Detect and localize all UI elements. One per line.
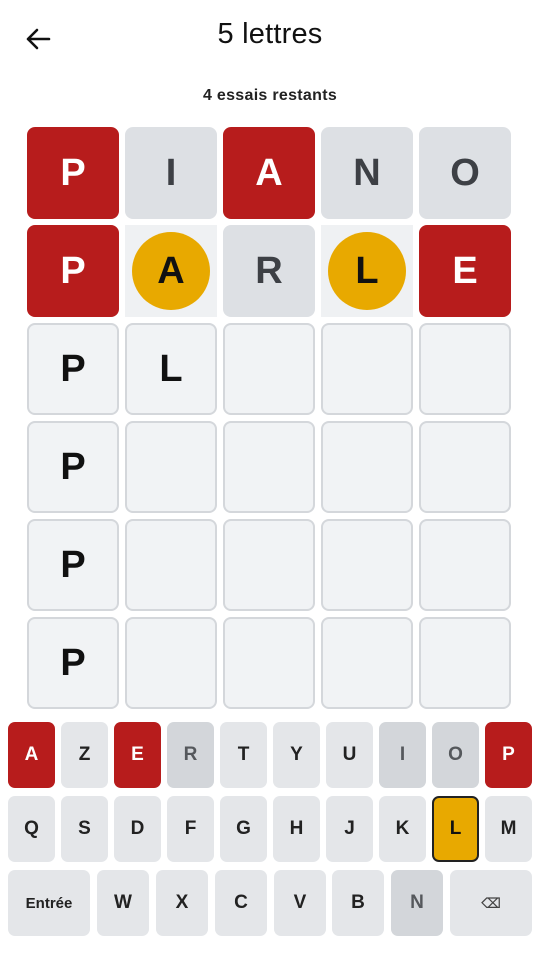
board-tile: P bbox=[27, 421, 119, 513]
board-tile bbox=[321, 323, 413, 415]
key-q[interactable]: Q bbox=[8, 796, 55, 862]
tile-letter: P bbox=[60, 543, 86, 586]
tile-letter: P bbox=[60, 249, 86, 292]
tile-letter: P bbox=[60, 347, 86, 390]
key-f[interactable]: F bbox=[167, 796, 214, 862]
key-g[interactable]: G bbox=[220, 796, 267, 862]
board-tile bbox=[125, 421, 217, 513]
board-tile bbox=[125, 617, 217, 709]
board-tile bbox=[223, 323, 315, 415]
keyboard-row: Entrée W X C V B N ⌫ bbox=[8, 870, 532, 936]
board-tile: P bbox=[27, 519, 119, 611]
tile-letter: N bbox=[353, 151, 381, 194]
board-tile bbox=[419, 519, 511, 611]
key-v[interactable]: V bbox=[274, 870, 326, 936]
backspace-key[interactable]: ⌫ bbox=[450, 870, 532, 936]
tile-letter: P bbox=[60, 151, 86, 194]
key-m[interactable]: M bbox=[485, 796, 532, 862]
key-w[interactable]: W bbox=[97, 870, 149, 936]
board-tile bbox=[419, 617, 511, 709]
key-u[interactable]: U bbox=[326, 722, 373, 788]
key-z[interactable]: Z bbox=[61, 722, 108, 788]
board-tile bbox=[419, 421, 511, 513]
board-tile: P bbox=[27, 127, 119, 219]
enter-key[interactable]: Entrée bbox=[8, 870, 90, 936]
tile-letter: L bbox=[159, 347, 183, 390]
tile-letter: L bbox=[355, 249, 379, 292]
tile-letter: I bbox=[165, 151, 177, 194]
key-e[interactable]: E bbox=[114, 722, 161, 788]
board-tile: L bbox=[321, 225, 413, 317]
tile-letter: P bbox=[60, 445, 86, 488]
tile-letter: A bbox=[255, 151, 283, 194]
key-d[interactable]: D bbox=[114, 796, 161, 862]
key-i[interactable]: I bbox=[379, 722, 426, 788]
board-tile: P bbox=[27, 323, 119, 415]
board-tile bbox=[419, 323, 511, 415]
board-tile bbox=[125, 519, 217, 611]
board-row: PIANO bbox=[27, 127, 513, 219]
board-tile: N bbox=[321, 127, 413, 219]
key-n[interactable]: N bbox=[391, 870, 443, 936]
key-k[interactable]: K bbox=[379, 796, 426, 862]
board-tile: A bbox=[223, 127, 315, 219]
board-row: PARLE bbox=[27, 225, 513, 317]
board-row: PL bbox=[27, 323, 513, 415]
key-x[interactable]: X bbox=[156, 870, 208, 936]
key-h[interactable]: H bbox=[273, 796, 320, 862]
board-tile: P bbox=[27, 225, 119, 317]
tile-letter: A bbox=[157, 249, 185, 292]
key-c[interactable]: C bbox=[215, 870, 267, 936]
key-a[interactable]: A bbox=[8, 722, 55, 788]
key-b[interactable]: B bbox=[332, 870, 384, 936]
tile-letter: E bbox=[452, 249, 478, 292]
keyboard-row: QSDFGHJKLM bbox=[8, 796, 532, 862]
header: 5 lettres bbox=[0, 0, 540, 76]
board-tile bbox=[223, 617, 315, 709]
key-p[interactable]: P bbox=[485, 722, 532, 788]
board-tile bbox=[223, 421, 315, 513]
board-tile: P bbox=[27, 617, 119, 709]
keyboard-row: AZERTYUIOP bbox=[8, 722, 532, 788]
board-tile: E bbox=[419, 225, 511, 317]
attempts-remaining: 4 essais restants bbox=[202, 87, 338, 104]
board-tile: R bbox=[223, 225, 315, 317]
tile-letter: O bbox=[450, 151, 480, 194]
board-tile: L bbox=[125, 323, 217, 415]
board-tile: A bbox=[125, 225, 217, 317]
key-l[interactable]: L bbox=[432, 796, 479, 862]
key-y[interactable]: Y bbox=[273, 722, 320, 788]
tile-letter: R bbox=[255, 249, 283, 292]
board-row: P bbox=[27, 617, 513, 709]
board-row: P bbox=[27, 519, 513, 611]
key-t[interactable]: T bbox=[220, 722, 267, 788]
board-tile: O bbox=[419, 127, 511, 219]
page-title: 5 lettres bbox=[217, 18, 323, 50]
key-j[interactable]: J bbox=[326, 796, 373, 862]
board-tile bbox=[321, 519, 413, 611]
keyboard: A Z E R T Y U I O P Q S D F G H J K L M Entrée W X C V B N ⌫ bbox=[8, 722, 532, 944]
board-tile bbox=[321, 421, 413, 513]
key-o[interactable]: O bbox=[432, 722, 479, 788]
key-r[interactable]: R bbox=[167, 722, 214, 788]
board-tile: I bbox=[125, 127, 217, 219]
tile-letter: P bbox=[60, 641, 86, 684]
game-board: PIANOPARLEPLPPP bbox=[27, 127, 513, 715]
board-row: P bbox=[27, 421, 513, 513]
board-tile bbox=[223, 519, 315, 611]
key-s[interactable]: S bbox=[61, 796, 108, 862]
board-tile bbox=[321, 617, 413, 709]
